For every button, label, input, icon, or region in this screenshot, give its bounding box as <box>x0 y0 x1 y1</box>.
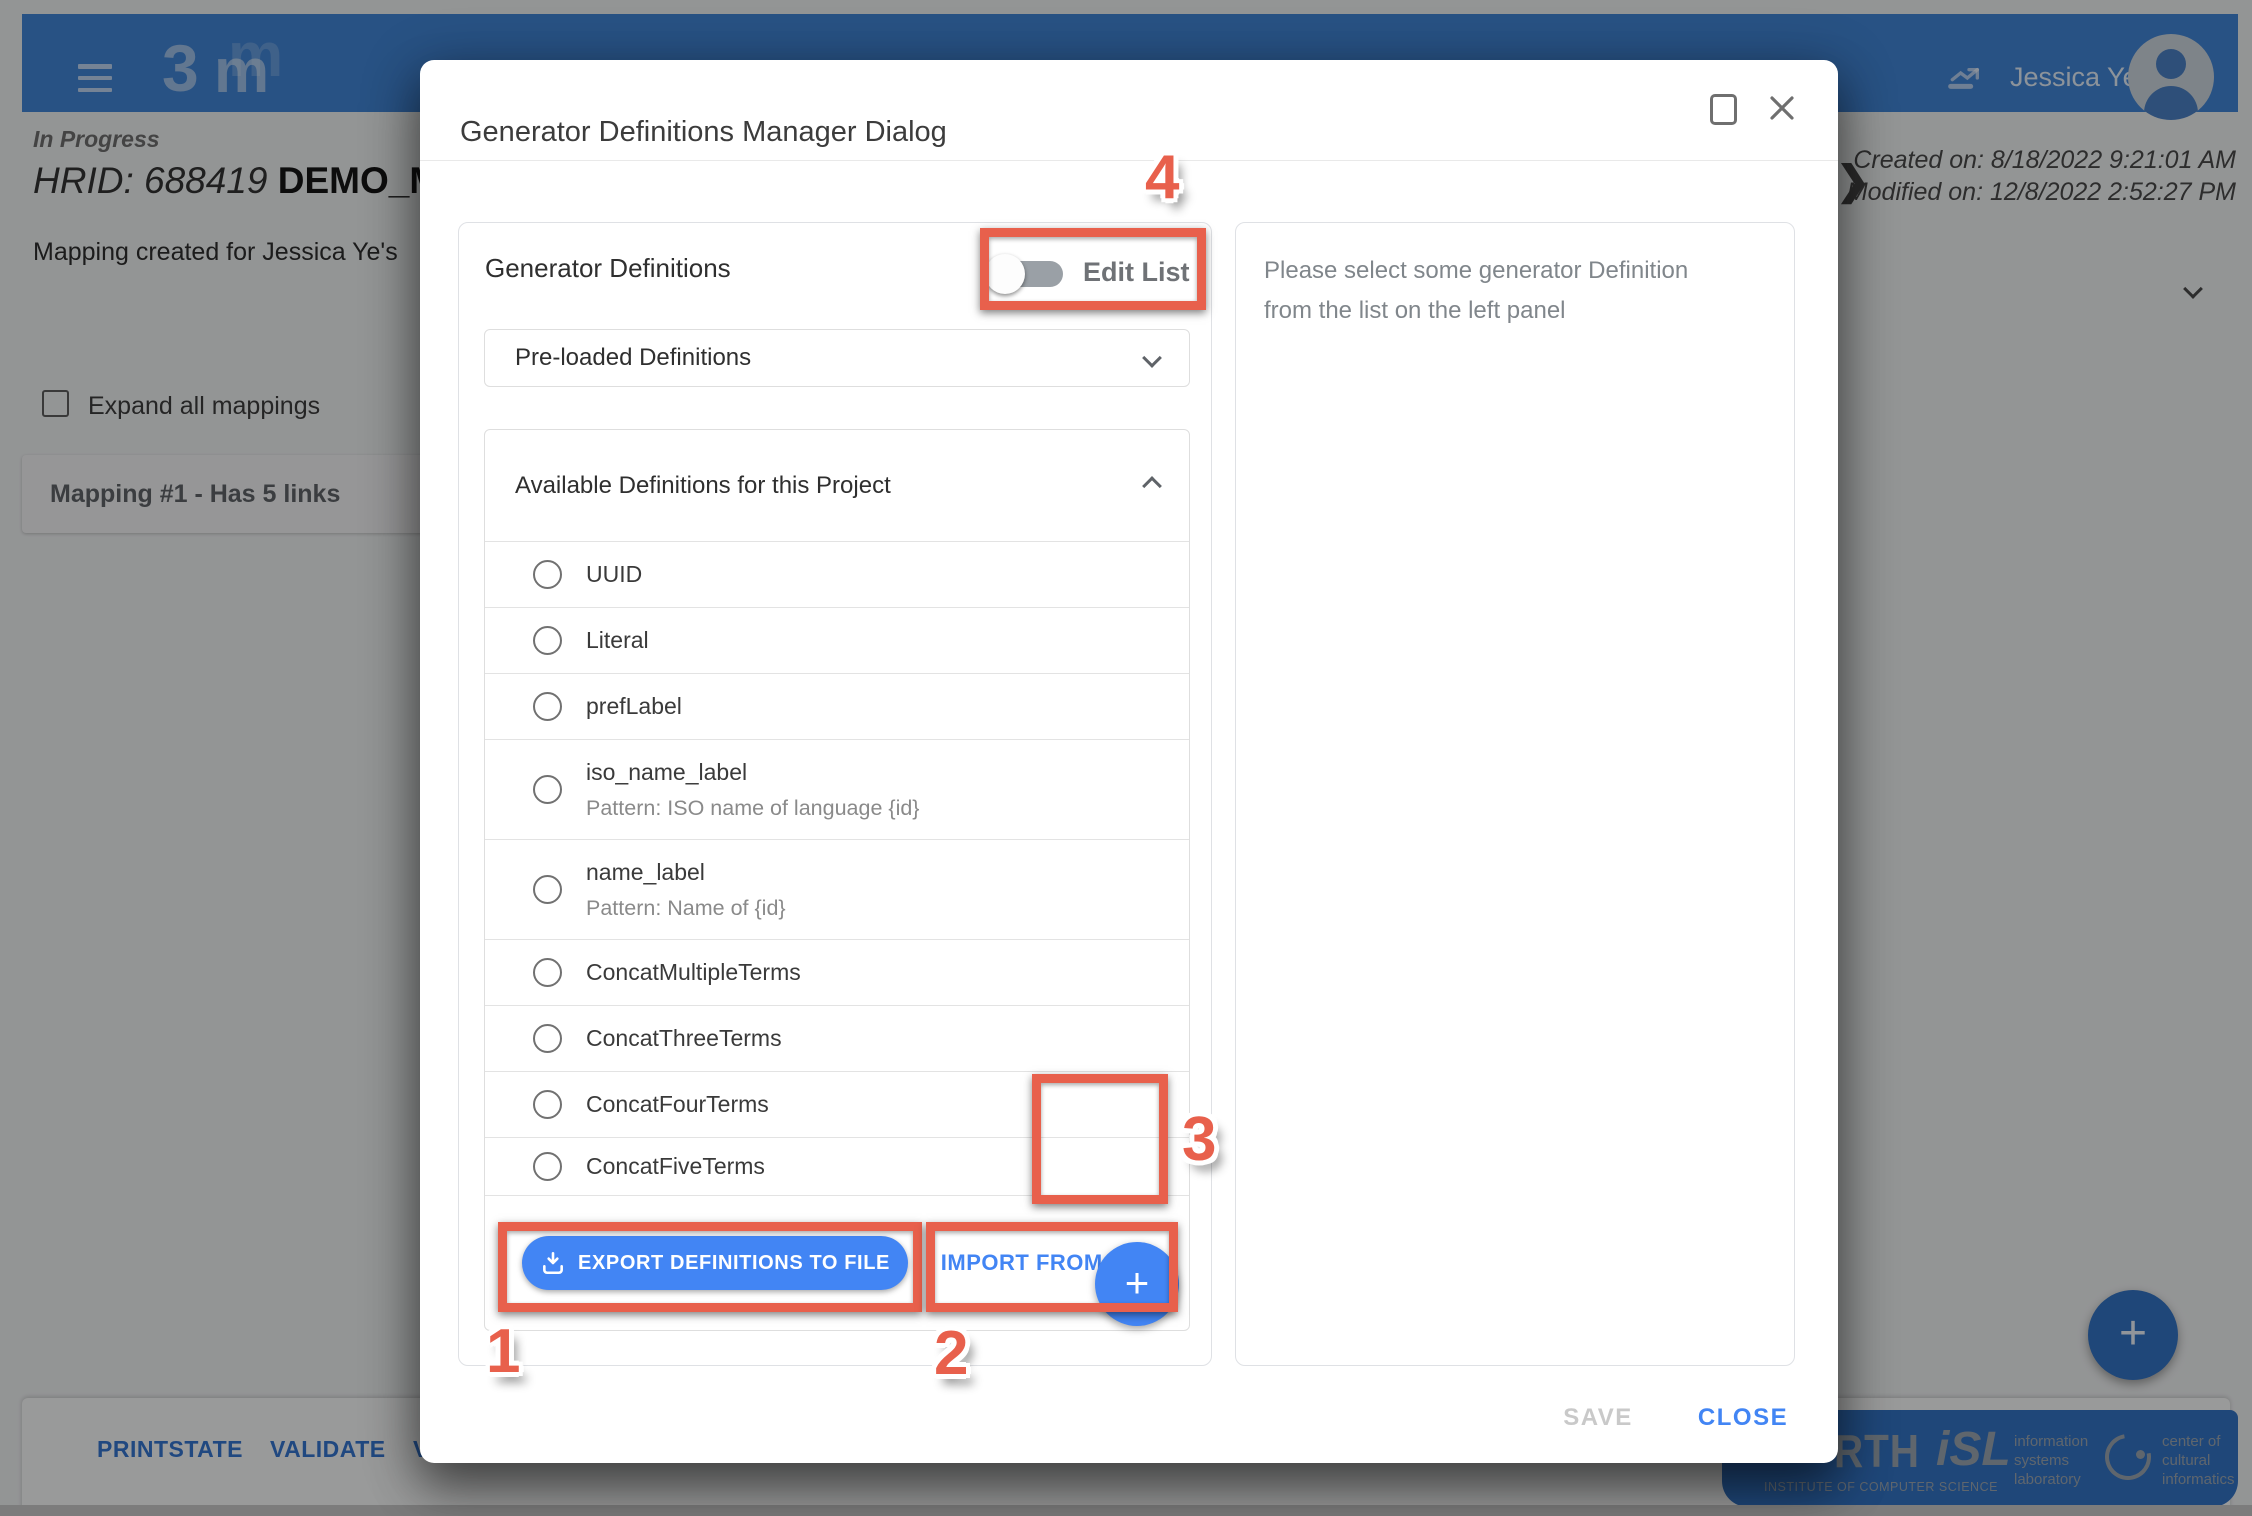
close-button[interactable]: CLOSE <box>1678 1404 1808 1432</box>
definition-label: ConcatThreeTerms <box>586 1025 782 1052</box>
annotation-number-4: 4 <box>1145 142 1179 213</box>
radio-icon[interactable] <box>533 1152 562 1181</box>
definition-pattern: Pattern: Name of {id} <box>586 896 786 921</box>
annotation-box-export <box>498 1222 922 1312</box>
definition-label: ConcatFiveTerms <box>586 1153 765 1180</box>
close-icon[interactable] <box>1764 90 1800 126</box>
definition-label: prefLabel <box>586 693 682 720</box>
radio-icon[interactable] <box>533 775 562 804</box>
definition-detail-panel: Please select some generator Definition … <box>1235 222 1795 1366</box>
available-definitions-summary[interactable]: Available Definitions for this Project <box>485 430 1189 542</box>
definition-pattern: Pattern: ISO name of language {id} <box>586 796 919 821</box>
definition-row[interactable]: prefLabel <box>485 674 1189 740</box>
definition-row[interactable]: iso_name_label Pattern: ISO name of lang… <box>485 740 1189 840</box>
radio-icon[interactable] <box>533 1090 562 1119</box>
definition-label: name_label <box>586 859 786 886</box>
annotation-number-2: 2 <box>934 1318 968 1389</box>
radio-icon[interactable] <box>533 875 562 904</box>
annotation-box-import <box>926 1222 1178 1312</box>
definition-row[interactable]: Literal <box>485 608 1189 674</box>
maximize-icon[interactable] <box>1710 94 1737 125</box>
annotation-number-3: 3 <box>1182 1104 1216 1175</box>
radio-icon[interactable] <box>533 1024 562 1053</box>
annotation-box-edit-list <box>980 228 1206 310</box>
definition-label: Literal <box>586 627 649 654</box>
dialog-title: Generator Definitions Manager Dialog <box>460 116 947 149</box>
radio-icon[interactable] <box>533 958 562 987</box>
definition-label: iso_name_label <box>586 759 919 786</box>
radio-icon[interactable] <box>533 692 562 721</box>
radio-icon[interactable] <box>533 626 562 655</box>
definition-row[interactable]: name_label Pattern: Name of {id} <box>485 840 1189 940</box>
definition-label: ConcatFourTerms <box>586 1091 769 1118</box>
definition-row[interactable]: ConcatThreeTerms <box>485 1006 1189 1072</box>
annotation-box-add-fab <box>1032 1074 1168 1204</box>
annotation-number-1: 1 <box>486 1316 520 1387</box>
chevron-up-icon <box>1142 476 1162 496</box>
dialog-header-divider <box>420 160 1838 161</box>
chevron-down-icon <box>1142 348 1162 368</box>
empty-state-text: Please select some generator Definition … <box>1264 251 1688 331</box>
definitions-heading: Generator Definitions <box>485 253 731 284</box>
preloaded-definitions-accordion: Pre-loaded Definitions <box>484 329 1190 387</box>
available-definitions-label: Available Definitions for this Project <box>515 472 891 500</box>
definition-label: UUID <box>586 561 642 588</box>
definition-label: ConcatMultipleTerms <box>586 959 801 986</box>
save-button[interactable]: SAVE <box>1538 1404 1658 1432</box>
preloaded-definitions-label: Pre-loaded Definitions <box>515 344 751 372</box>
definition-row[interactable]: UUID <box>485 542 1189 608</box>
radio-icon[interactable] <box>533 560 562 589</box>
preloaded-definitions-summary[interactable]: Pre-loaded Definitions <box>485 330 1189 386</box>
definition-row[interactable]: ConcatMultipleTerms <box>485 940 1189 1006</box>
